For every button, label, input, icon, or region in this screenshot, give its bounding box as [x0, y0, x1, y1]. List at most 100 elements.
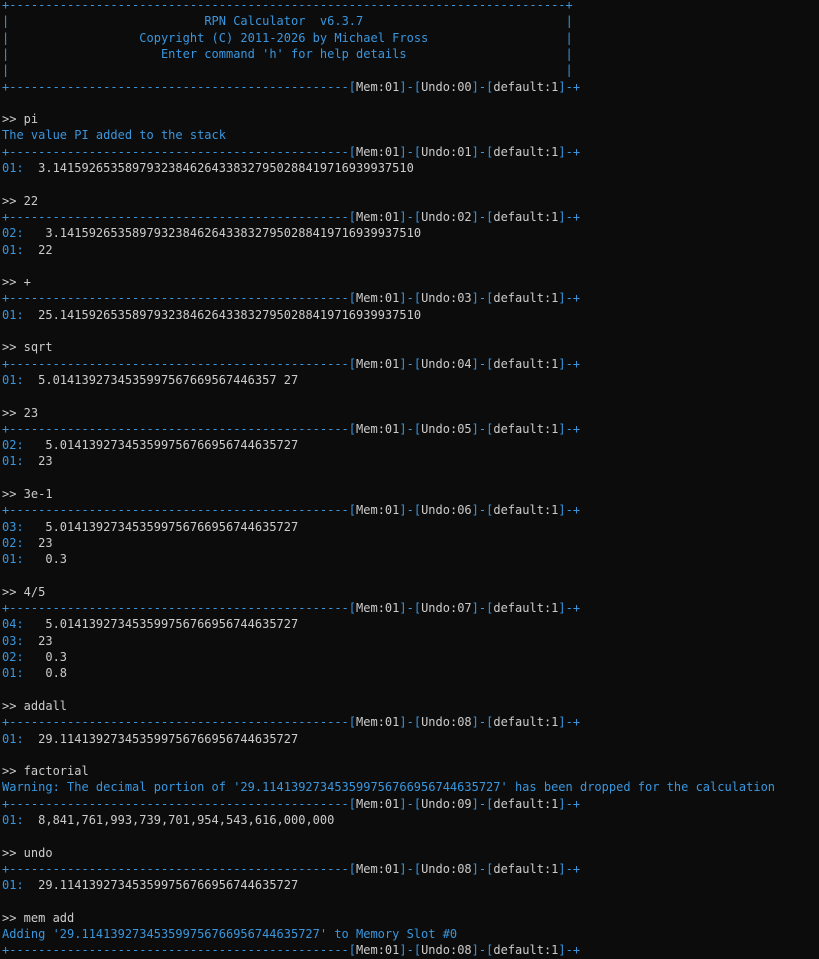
stack-value: 25.1415926535897932384626433832795028841…	[23, 307, 422, 322]
border-text: ]	[399, 356, 407, 371]
banner-side: |	[565, 30, 573, 45]
border-text: -+	[565, 796, 581, 811]
command-text[interactable]: >> addall	[2, 699, 67, 713]
stack-row: 01: 29.114139273453599756766956744635727	[2, 877, 298, 893]
stack-row: 02: 3.1415926535897932384626433832795028…	[2, 225, 421, 241]
stack-row: 01: 29.114139273453599756766956744635727	[2, 731, 298, 747]
border-text: -	[406, 601, 414, 616]
border-text: -+	[565, 421, 581, 436]
border-text: Mem:	[356, 209, 385, 224]
command-text[interactable]: >> 3e-1	[2, 487, 53, 501]
stack-row: 02: 0.3	[2, 649, 67, 665]
stack-slot-label: 01:	[2, 666, 24, 681]
output-message-line: Warning: The decimal portion of '29.1141…	[2, 779, 775, 795]
border-text	[407, 47, 566, 61]
command-line: >> +	[2, 274, 31, 290]
status-border-line: +---------------------------------------…	[2, 144, 580, 160]
border-text: Undo:	[421, 79, 458, 94]
border-text: ]	[399, 503, 407, 518]
stack-value: 3.14159265358979323846264338327950288419…	[23, 161, 414, 175]
command-text[interactable]: >> 22	[2, 194, 38, 208]
status-border: +---------------------------------------…	[2, 503, 349, 518]
border-text: Mem:	[356, 796, 385, 811]
command-text[interactable]: >> +	[2, 275, 31, 289]
stack-row: 01: 23	[2, 453, 53, 469]
border-text: Undo:	[421, 356, 458, 371]
border-text	[9, 31, 139, 45]
border-text: [	[413, 79, 422, 94]
status-border-line: +---------------------------------------…	[2, 502, 580, 518]
border-text: ]	[558, 861, 566, 876]
command-text[interactable]: >> 4/5	[2, 585, 45, 599]
stack-name: default	[493, 209, 544, 224]
stack-name: default	[493, 796, 544, 811]
border-text: Mem:	[356, 503, 385, 518]
border-text: ]	[471, 79, 479, 94]
stack-slot-label: 03:	[2, 519, 24, 534]
stack-slot-label: 02:	[2, 226, 24, 241]
command-line: >> sqrt	[2, 339, 53, 355]
status-border-line: +---------------------------------------…	[2, 290, 580, 306]
border-text: Undo:	[421, 209, 458, 224]
stack-name: default	[493, 601, 544, 616]
banner-copyright-line: | Copyright (C) 2011-2026 by Michael Fro…	[2, 30, 573, 46]
border-text: -	[406, 79, 414, 94]
stack-row: 01: 22	[2, 242, 53, 258]
undo-count: 09	[457, 796, 472, 811]
border-text: ]	[471, 943, 479, 958]
stack-row: 01: 0.3	[2, 551, 67, 567]
border-text: ]	[471, 715, 479, 730]
border-text: -+	[565, 601, 581, 616]
command-text[interactable]: >> mem add	[2, 911, 74, 925]
stack-value: 5.014139273453599756766956744635727	[23, 617, 299, 632]
undo-count: 00	[457, 79, 472, 94]
border-text: Mem:	[356, 421, 385, 436]
border-text: [	[413, 943, 422, 958]
stack-value: 5.0141392734535997567669567446357 27	[23, 372, 299, 387]
stack-value: 8,841,761,993,739,701,954,543,616,000,00…	[23, 813, 335, 827]
command-text[interactable]: >> pi	[2, 112, 38, 126]
command-line: >> 3e-1	[2, 486, 53, 502]
command-text[interactable]: >> factorial	[2, 764, 89, 778]
stack-value: 3.14159265358979323846264338327950288419…	[23, 226, 422, 241]
stack-value: 0.8	[23, 666, 68, 681]
command-text[interactable]: >> sqrt	[2, 340, 53, 354]
status-border-line: +---------------------------------------…	[2, 861, 580, 877]
command-line: >> mem add	[2, 910, 74, 926]
stack-slot-label: 02:	[2, 535, 24, 550]
banner-side: |	[565, 14, 573, 29]
border-text: -+	[565, 356, 581, 371]
command-text[interactable]: >> undo	[2, 846, 53, 860]
border-text: [	[348, 291, 357, 306]
command-text[interactable]: >> 23	[2, 406, 38, 420]
stack-value: 29.114139273453599756766956744635727	[23, 731, 299, 746]
border-text: Mem:	[356, 144, 385, 159]
banner-top-border: +---------------------------------------…	[2, 0, 573, 13]
border-text: ]	[399, 796, 407, 811]
terminal-window[interactable]: +---------------------------------------…	[0, 0, 819, 958]
border-text: ]	[399, 291, 407, 306]
output-message-line: Adding '29.11413927345359975676695674463…	[2, 926, 457, 942]
undo-count: 04	[457, 356, 472, 371]
stack-slot-label: 01:	[2, 307, 24, 322]
border-text: -	[406, 503, 414, 518]
output-message-line: The value PI added to the stack	[2, 127, 226, 143]
stack-value: 0.3	[23, 650, 68, 664]
border-text: Mem:	[356, 79, 385, 94]
border-text: Undo:	[421, 291, 458, 306]
border-text: ]	[558, 356, 566, 371]
stack-value: 22	[23, 242, 53, 257]
stack-slot-label: 01:	[2, 372, 24, 387]
border-text: [	[348, 503, 357, 518]
status-border: +---------------------------------------…	[2, 715, 349, 730]
border-text: [	[413, 503, 422, 518]
stack-name: default	[493, 715, 544, 730]
border-text: ]	[558, 291, 566, 306]
border-text: Mem:	[356, 943, 385, 958]
banner-title-line: | RPN Calculator v6.3.7 |	[2, 13, 573, 29]
command-line: >> 23	[2, 405, 38, 421]
status-border: +---------------------------------------…	[2, 291, 349, 306]
border-text: ]	[399, 79, 407, 94]
stack-name: default	[493, 79, 544, 94]
status-border-line: +---------------------------------------…	[2, 356, 580, 372]
